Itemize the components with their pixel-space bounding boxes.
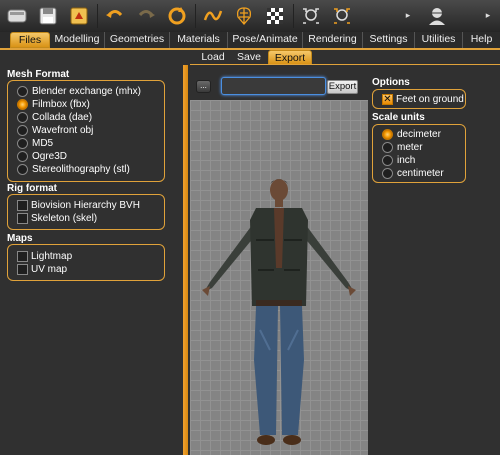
scale-option-label: meter [397,141,423,153]
main-tabs: Files Modelling Geometries Materials Pos… [0,32,500,49]
tab-files[interactable]: Files [10,32,50,48]
toolbar-separator [97,4,98,28]
reset-icon[interactable] [163,2,191,30]
radio-button[interactable] [382,141,393,153]
scale-units-group: decimeter meter inch centimeter [372,124,466,183]
rig-format-group: Biovision Hierarchy BVH Skeleton (skel) [7,194,165,230]
tab-materials[interactable]: Materials [170,32,228,48]
toolbar-separator [195,4,196,28]
radio-button[interactable] [17,137,28,149]
mesh-option-label: Wavefront obj [32,124,94,136]
radio-button[interactable] [382,154,393,166]
wireframe-icon[interactable] [230,2,258,30]
scale-option-label: decimeter [397,128,441,140]
scale-option-label: inch [397,154,416,166]
checkbox[interactable] [17,212,28,224]
tab-settings[interactable]: Settings [363,32,415,48]
radio-button[interactable] [17,150,28,162]
radio-button[interactable] [17,124,28,136]
checkbox-checked[interactable]: ✕ [382,93,393,105]
checkbox[interactable] [17,250,28,262]
rig-option-bvh[interactable]: Biovision Hierarchy BVH [17,199,140,211]
redo-icon[interactable] [132,2,160,30]
mesh-option-md5[interactable]: MD5 [17,137,53,149]
options-title: Options [372,77,410,88]
checkbox[interactable] [17,199,28,211]
3d-viewport[interactable] [190,100,368,455]
rig-format-title: Rig format [7,183,57,194]
subtab-save[interactable]: Save [232,50,266,65]
radio-button[interactable] [17,85,28,97]
rig-option-skel[interactable]: Skeleton (skel) [17,212,97,224]
feet-on-ground-option[interactable]: ✕ Feet on ground [382,93,464,105]
undo-icon[interactable] [101,2,129,30]
tab-utilities[interactable]: Utilities [415,32,463,48]
smooth-icon[interactable] [199,2,227,30]
mesh-option-label: MD5 [32,137,54,149]
tab-rendering[interactable]: Rendering [303,32,363,48]
export-button[interactable]: Export [327,80,358,94]
filename-input[interactable] [221,77,326,95]
mesh-option-mhx[interactable]: Blender exchange (mhx) [17,85,141,97]
profile-icon[interactable] [423,2,451,30]
scale-option-meter[interactable]: meter [382,141,423,153]
scale-option-inch[interactable]: inch [382,154,415,166]
rig-option-label: Skeleton (skel) [31,212,98,224]
human-model [202,179,356,445]
scale-option-decimeter[interactable]: decimeter [382,128,441,140]
front-view-icon[interactable] [297,2,325,30]
maps-title: Maps [7,233,33,244]
rig-option-label: Biovision Hierarchy BVH [31,199,140,211]
scale-option-label: centimeter [397,167,444,179]
toolbar-more-icon[interactable]: ▸ [403,10,413,20]
browse-button[interactable]: ... [196,80,211,93]
main-toolbar: ▸ ▸ [0,0,500,32]
maps-option-label: Lightmap [31,250,73,262]
back-view-icon[interactable] [328,2,356,30]
mesh-option-obj[interactable]: Wavefront obj [17,124,93,136]
mesh-option-ogre3d[interactable]: Ogre3D [17,150,67,162]
feet-on-ground-label: Feet on ground [396,93,464,105]
subtab-load[interactable]: Load [196,50,230,65]
scale-units-title: Scale units [372,112,425,123]
toolbar-overflow-icon[interactable]: ▸ [483,10,493,20]
options-group: ✕ Feet on ground [372,89,466,109]
tab-pose-animate[interactable]: Pose/Animate [228,32,303,48]
mesh-option-fbx[interactable]: Filmbox (fbx) [17,98,90,110]
radio-button-selected[interactable] [382,128,393,140]
radio-button[interactable] [17,163,28,175]
toolbar-separator [293,4,294,28]
maps-option-lightmap[interactable]: Lightmap [17,250,72,262]
background-icon[interactable] [261,2,289,30]
subtabs-underline [190,64,500,65]
mesh-format-group: Blender exchange (mhx) Filmbox (fbx) Col… [7,80,165,182]
tab-modelling[interactable]: Modelling [50,32,105,48]
mesh-option-dae[interactable]: Collada (dae) [17,111,92,123]
scale-option-centimeter[interactable]: centimeter [382,167,444,179]
radio-button[interactable] [17,111,28,123]
mesh-option-stl[interactable]: Stereolithography (stl) [17,163,130,175]
mesh-option-label: Filmbox (fbx) [32,98,90,110]
mesh-option-label: Stereolithography (stl) [32,163,130,175]
mesh-format-title: Mesh Format [7,69,70,80]
checkbox[interactable] [17,263,28,275]
files-icon[interactable] [3,2,31,30]
radio-button-selected[interactable] [17,98,28,110]
mesh-option-label: Collada (dae) [32,111,93,123]
mesh-option-label: Blender exchange (mhx) [32,85,141,97]
mesh-option-label: Ogre3D [32,150,68,162]
maps-option-label: UV map [31,263,68,275]
radio-button[interactable] [382,167,393,179]
maps-option-uvmap[interactable]: UV map [17,263,67,275]
subtab-export[interactable]: Export [268,50,312,65]
export-icon[interactable] [65,2,93,30]
panel-splitter[interactable] [183,65,188,455]
tab-geometries[interactable]: Geometries [105,32,170,48]
save-icon[interactable] [34,2,62,30]
maps-group: Lightmap UV map [7,244,165,281]
tab-help[interactable]: Help [463,32,500,48]
